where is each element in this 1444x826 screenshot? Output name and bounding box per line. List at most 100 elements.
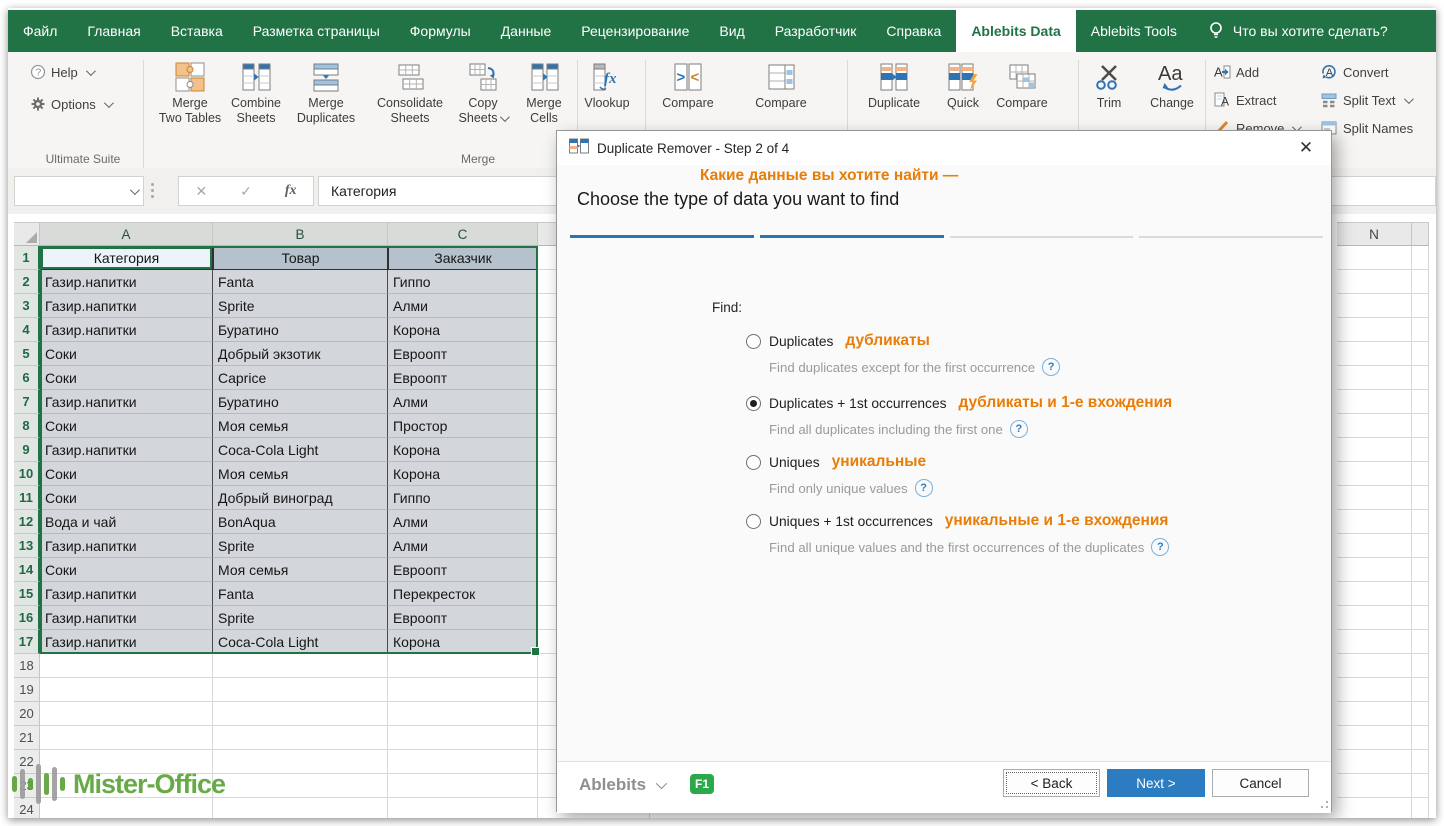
data-cell[interactable]: [388, 678, 538, 702]
close-icon[interactable]: ✕: [1293, 136, 1319, 160]
data-cell[interactable]: [213, 702, 388, 726]
row-header-20[interactable]: 20: [14, 702, 40, 726]
data-cell[interactable]: [388, 774, 538, 798]
data-cell[interactable]: Корона: [388, 462, 538, 486]
empty-cell[interactable]: [1337, 558, 1412, 582]
data-cell[interactable]: Газир.напитки: [40, 294, 213, 318]
row-header-1[interactable]: 1: [14, 246, 40, 270]
empty-cell[interactable]: [1337, 702, 1412, 726]
radio-button[interactable]: [746, 455, 761, 470]
empty-cell[interactable]: [1337, 462, 1412, 486]
row-header-6[interactable]: 6: [14, 366, 40, 390]
column-header-a[interactable]: A: [40, 222, 213, 246]
row-header-21[interactable]: 21: [14, 726, 40, 750]
data-cell[interactable]: [213, 726, 388, 750]
tab-вставка[interactable]: Вставка: [156, 10, 238, 52]
data-cell[interactable]: [213, 678, 388, 702]
column-header-partial[interactable]: [1412, 222, 1429, 246]
empty-cell[interactable]: [1412, 702, 1429, 726]
data-cell[interactable]: [40, 702, 213, 726]
tab-справка[interactable]: Справка: [871, 10, 956, 52]
empty-cell[interactable]: [1412, 414, 1429, 438]
tab-главная[interactable]: Главная: [72, 10, 155, 52]
formula-bar-handle[interactable]: [151, 178, 155, 202]
data-cell[interactable]: [388, 654, 538, 678]
data-cell[interactable]: BonAqua: [213, 510, 388, 534]
empty-cell[interactable]: [1412, 534, 1429, 558]
help-icon[interactable]: ?: [1151, 538, 1169, 556]
empty-cell[interactable]: [1412, 294, 1429, 318]
radio-button[interactable]: [746, 396, 761, 411]
tab-рецензирование[interactable]: Рецензирование: [566, 10, 704, 52]
header-cell[interactable]: Товар: [213, 246, 388, 270]
empty-cell[interactable]: [1337, 486, 1412, 510]
data-cell[interactable]: Газир.напитки: [40, 582, 213, 606]
data-cell[interactable]: Алми: [388, 510, 538, 534]
row-header-4[interactable]: 4: [14, 318, 40, 342]
row-header-9[interactable]: 9: [14, 438, 40, 462]
ribbon-button-split-text[interactable]: Split Text: [1320, 89, 1411, 111]
data-cell[interactable]: Газир.напитки: [40, 438, 213, 462]
empty-cell[interactable]: [1412, 270, 1429, 294]
find-option-4[interactable]: Uniques + 1st occurrencesуникальные и 1-…: [746, 512, 1168, 530]
data-cell[interactable]: Соки: [40, 366, 213, 390]
data-cell[interactable]: Добрый экзотик: [213, 342, 388, 366]
data-cell[interactable]: Моя семья: [213, 462, 388, 486]
empty-cell[interactable]: [1337, 390, 1412, 414]
help-icon[interactable]: ?: [915, 479, 933, 497]
row-header-5[interactable]: 5: [14, 342, 40, 366]
radio-button[interactable]: [746, 514, 761, 529]
empty-cell[interactable]: [1412, 654, 1429, 678]
data-cell[interactable]: Fanta: [213, 582, 388, 606]
confirm-entry-icon[interactable]: ✓: [240, 183, 252, 200]
empty-cell[interactable]: [1337, 726, 1412, 750]
data-cell[interactable]: Евроопт: [388, 366, 538, 390]
tab-данные[interactable]: Данные: [486, 10, 567, 52]
empty-cell[interactable]: [1337, 414, 1412, 438]
empty-cell[interactable]: [1412, 606, 1429, 630]
ribbon-button-split-names[interactable]: Split Names: [1320, 117, 1413, 139]
empty-cell[interactable]: [1337, 750, 1412, 774]
empty-cell[interactable]: [1412, 798, 1429, 818]
data-cell[interactable]: Алми: [388, 390, 538, 414]
data-cell[interactable]: Соки: [40, 462, 213, 486]
row-header-13[interactable]: 13: [14, 534, 40, 558]
column-header-n[interactable]: N: [1337, 222, 1412, 246]
data-cell[interactable]: [213, 750, 388, 774]
data-cell[interactable]: Газир.напитки: [40, 318, 213, 342]
help-icon[interactable]: ?: [1010, 420, 1028, 438]
empty-cell[interactable]: [1337, 438, 1412, 462]
data-cell[interactable]: Добрый виноград: [213, 486, 388, 510]
empty-cell[interactable]: [1337, 630, 1412, 654]
data-cell[interactable]: Евроопт: [388, 558, 538, 582]
find-option-1[interactable]: Duplicatesдубликаты: [746, 332, 930, 350]
data-cell[interactable]: [388, 702, 538, 726]
row-header-15[interactable]: 15: [14, 582, 40, 606]
row-header-19[interactable]: 19: [14, 678, 40, 702]
data-cell[interactable]: Sprite: [213, 606, 388, 630]
data-cell[interactable]: Coca-Cola Light: [213, 630, 388, 654]
data-cell[interactable]: Fanta: [213, 270, 388, 294]
data-cell[interactable]: [40, 726, 213, 750]
empty-cell[interactable]: [1412, 750, 1429, 774]
empty-cell[interactable]: [1412, 630, 1429, 654]
data-cell[interactable]: Газир.напитки: [40, 390, 213, 414]
help-button[interactable]: ? Help: [30, 61, 93, 83]
data-cell[interactable]: Алми: [388, 294, 538, 318]
ribbon-button-merge-two-tables[interactable]: MergeTwo Tables: [154, 56, 226, 152]
tab-файл[interactable]: Файл: [8, 10, 72, 52]
column-header-c[interactable]: C: [388, 222, 538, 246]
tell-me-box[interactable]: Что вы хотите сделать?: [1206, 10, 1396, 52]
empty-cell[interactable]: [1412, 462, 1429, 486]
row-header-10[interactable]: 10: [14, 462, 40, 486]
empty-cell[interactable]: [1337, 366, 1412, 390]
data-cell[interactable]: Гиппо: [388, 270, 538, 294]
cancel-button[interactable]: Cancel: [1212, 769, 1309, 797]
row-header-3[interactable]: 3: [14, 294, 40, 318]
empty-cell[interactable]: [1412, 342, 1429, 366]
data-cell[interactable]: Евроопт: [388, 342, 538, 366]
data-cell[interactable]: Корона: [388, 438, 538, 462]
data-cell[interactable]: [213, 774, 388, 798]
empty-cell[interactable]: [1412, 582, 1429, 606]
row-header-14[interactable]: 14: [14, 558, 40, 582]
